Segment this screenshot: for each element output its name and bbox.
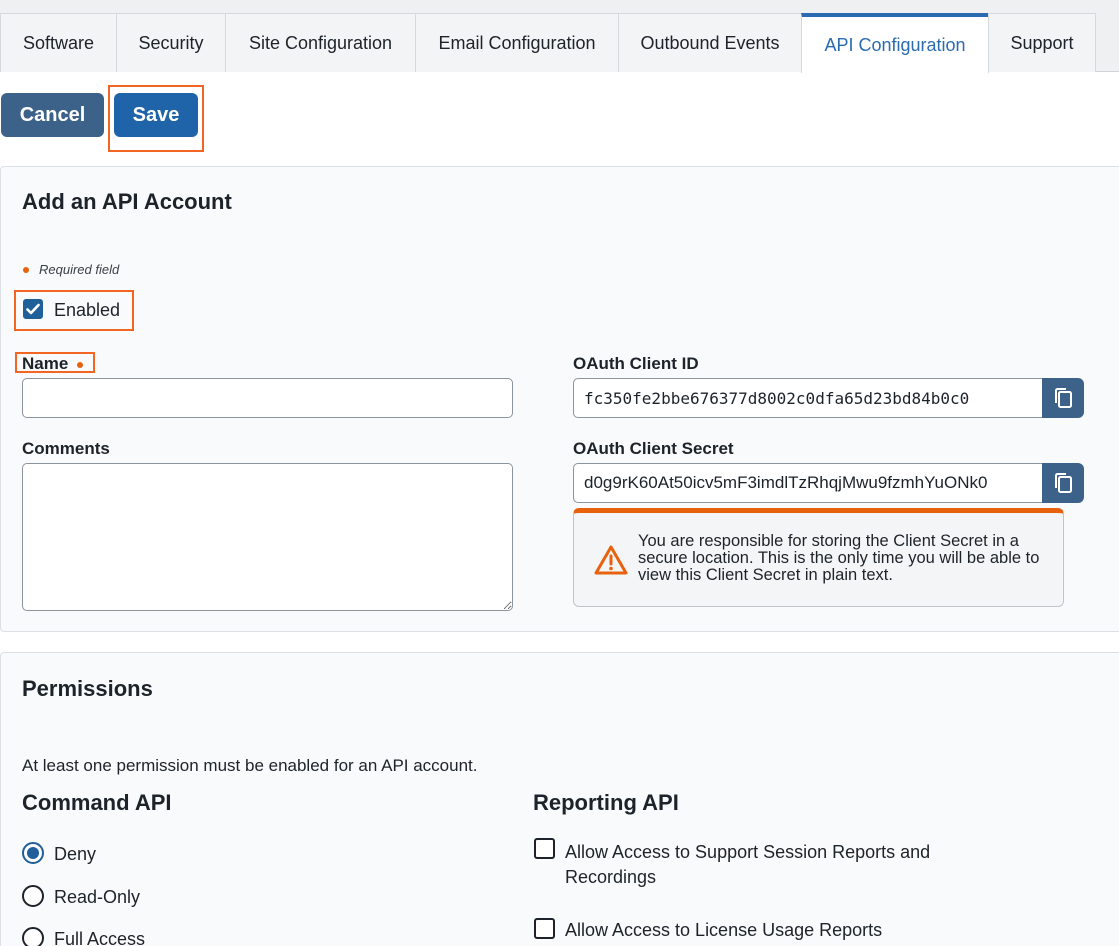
tab-outbound-events[interactable]: Outbound Events (618, 13, 802, 72)
command-api-title: Command API (22, 790, 172, 815)
comments-label: Comments (22, 439, 110, 458)
reporting-api-title: Reporting API (533, 790, 679, 815)
cancel-button[interactable]: Cancel (1, 93, 104, 137)
copy-icon (1055, 388, 1072, 408)
radio-full-access[interactable] (22, 927, 44, 946)
tab-software[interactable]: Software (0, 13, 117, 72)
permissions-note: At least one permission must be enabled … (22, 756, 478, 775)
radio-deny[interactable] (22, 842, 44, 864)
checkmark-icon (26, 303, 40, 315)
required-dot-icon (77, 361, 84, 368)
required-dot-icon (23, 266, 29, 273)
name-label-text: Name (22, 354, 69, 373)
client-id-field[interactable]: fc350fe2bbe676377d8002c0dfa65d23bd84b0c0 (573, 378, 1043, 418)
section-title-add-account: Add an API Account (22, 189, 232, 214)
warning-text: You are responsible for storing the Clie… (638, 532, 1040, 584)
radio-read-only-label: Read-Only (54, 887, 141, 907)
name-label: Name (22, 354, 84, 374)
client-secret-warning: You are responsible for storing the Clie… (573, 508, 1064, 607)
radio-read-only[interactable] (22, 885, 44, 907)
client-secret-field[interactable]: d0g9rK60At50icv5mF3imdlTzRhqjMwu9fzmhYuO… (573, 463, 1043, 503)
checkbox-license-usage-reports[interactable] (534, 918, 555, 939)
tab-bar: Software Security Site Configuration Ema… (0, 0, 1119, 73)
support-session-reports-label: Allow Access to Support Session Reports … (565, 842, 931, 887)
enabled-checkbox[interactable] (23, 299, 43, 319)
client-secret-label: OAuth Client Secret (573, 439, 734, 458)
radio-full-access-label: Full Access (54, 929, 146, 946)
copy-client-secret-button[interactable] (1042, 463, 1084, 503)
tab-email-configuration[interactable]: Email Configuration (415, 13, 619, 72)
client-id-label: OAuth Client ID (573, 354, 699, 373)
warning-icon (594, 545, 628, 575)
radio-deny-label: Deny (54, 844, 97, 864)
required-field-note: Required field (23, 262, 119, 277)
name-input[interactable] (22, 378, 513, 418)
tab-api-configuration[interactable]: API Configuration (801, 13, 989, 73)
tab-support[interactable]: Support (988, 13, 1096, 72)
save-button[interactable]: Save (114, 93, 198, 137)
enabled-label: Enabled (54, 300, 121, 320)
tab-security[interactable]: Security (116, 13, 226, 72)
tab-site-configuration[interactable]: Site Configuration (225, 13, 416, 72)
checkbox-support-session-reports[interactable] (534, 838, 555, 859)
copy-icon (1055, 473, 1072, 493)
comments-textarea[interactable] (22, 463, 513, 611)
required-field-text: Required field (39, 262, 120, 277)
license-usage-reports-label: Allow Access to License Usage Reports (565, 920, 883, 940)
section-title-permissions: Permissions (22, 676, 153, 701)
copy-client-id-button[interactable] (1042, 378, 1084, 418)
